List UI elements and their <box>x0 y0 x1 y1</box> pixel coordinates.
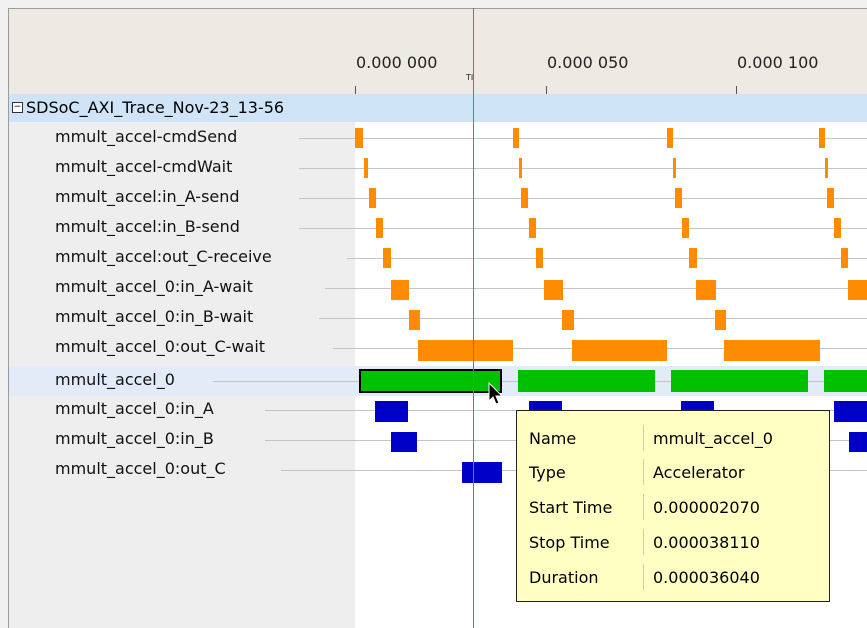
trace-group-label: SDSoC_AXI_Trace_Nov-23_13-56 <box>26 98 285 117</box>
tooltip-row-type: Type Accelerator <box>517 455 829 489</box>
data-transfer-bar[interactable] <box>391 432 417 452</box>
trace-row-label: mmult_accel_0:out_C-wait <box>55 337 266 356</box>
trace-row[interactable]: mmult_accel:in_B-send <box>9 213 867 243</box>
tooltip-key: Name <box>529 429 577 448</box>
trace-row[interactable]: mmult_accel-cmdWait <box>9 153 867 183</box>
trace-event-bar[interactable] <box>696 280 716 300</box>
trace-row-label: mmult_accel:out_C-receive <box>55 247 272 266</box>
trace-event-bar[interactable] <box>409 310 420 330</box>
trace-event-bar[interactable] <box>819 128 825 148</box>
trace-event-bar[interactable] <box>529 218 536 238</box>
event-tooltip: Name mmult_accel_0 Type Accelerator Star… <box>516 410 830 602</box>
trace-row-label: mmult_accel_0:in_B-wait <box>55 307 254 326</box>
trace-event-bar[interactable] <box>364 158 368 178</box>
row-guide-line <box>347 258 867 259</box>
row-guide-line <box>319 318 867 319</box>
tooltip-value: 0.000038110 <box>653 533 760 552</box>
tooltip-row-start: Start Time 0.000002070 <box>517 490 829 524</box>
tooltip-row-duration: Duration 0.000036040 <box>517 560 829 594</box>
tooltip-key: Duration <box>529 568 599 587</box>
tooltip-row-name: Name mmult_accel_0 <box>517 421 829 455</box>
tooltip-value: Accelerator <box>653 463 745 482</box>
tooltip-key: Type <box>529 463 566 482</box>
tick-mark <box>546 86 547 94</box>
accelerator-event-bar[interactable] <box>824 370 867 392</box>
trace-event-bar[interactable] <box>513 128 519 148</box>
trace-row[interactable]: mmult_accel_0:in_B-wait <box>9 303 867 333</box>
trace-row-label: mmult_accel_0:out_C <box>55 459 226 478</box>
tooltip-key: Start Time <box>529 498 613 517</box>
accelerator-event-bar-selected[interactable] <box>359 369 502 393</box>
trace-event-bar[interactable] <box>355 128 363 148</box>
trace-row-label: mmult_accel:in_A-send <box>55 187 240 206</box>
trace-event-bar[interactable] <box>562 310 574 330</box>
accelerator-event-bar[interactable] <box>671 370 808 392</box>
trace-row[interactable]: mmult_accel-cmdSend <box>9 123 867 153</box>
trace-event-bar[interactable] <box>521 188 528 208</box>
data-transfer-bar[interactable] <box>834 401 867 422</box>
trace-event-bar[interactable] <box>369 188 376 208</box>
tooltip-separator <box>643 459 644 485</box>
tick-mark <box>355 86 356 94</box>
trace-event-bar[interactable] <box>536 248 543 268</box>
trace-event-bar[interactable] <box>848 280 867 300</box>
data-transfer-bar[interactable] <box>375 401 408 422</box>
trace-event-bar[interactable] <box>825 158 828 178</box>
data-transfer-bar[interactable] <box>849 432 867 452</box>
trace-event-bar[interactable] <box>572 340 667 361</box>
tooltip-row-stop: Stop Time 0.000038110 <box>517 525 829 559</box>
trace-event-bar[interactable] <box>519 158 522 178</box>
trace-event-bar[interactable] <box>673 158 676 178</box>
tooltip-value: 0.000002070 <box>653 498 760 517</box>
tick-mark <box>736 86 737 94</box>
trace-event-bar[interactable] <box>682 218 689 238</box>
trace-event-bar[interactable] <box>383 248 391 268</box>
row-guide-line <box>299 168 867 169</box>
tooltip-separator <box>643 564 644 590</box>
tooltip-separator <box>643 529 644 555</box>
tooltip-key: Stop Time <box>529 533 610 552</box>
trace-row[interactable]: mmult_accel:out_C-receive <box>9 243 867 273</box>
tooltip-value: 0.000036040 <box>653 568 760 587</box>
row-guide-line <box>299 198 867 199</box>
trace-event-bar[interactable] <box>418 340 513 361</box>
trace-event-bar[interactable] <box>724 340 820 361</box>
trace-event-bar[interactable] <box>841 248 848 268</box>
tooltip-separator <box>643 425 644 451</box>
trace-event-bar[interactable] <box>376 218 383 238</box>
time-cursor-line[interactable] <box>473 8 474 628</box>
row-guide-line <box>299 228 867 229</box>
tooltip-value: mmult_accel_0 <box>653 429 773 448</box>
trace-row-label: mmult_accel_0:in_A <box>55 399 214 418</box>
timeline-header <box>8 8 867 95</box>
trace-event-bar[interactable] <box>715 310 726 330</box>
trace-event-bar[interactable] <box>391 280 409 300</box>
tick-label-0: 0.000 000 <box>356 53 438 72</box>
trace-row[interactable]: mmult_accel_0:in_A-wait <box>9 273 867 303</box>
trace-row-label: mmult_accel_0 <box>55 370 175 389</box>
data-transfer-bar[interactable] <box>462 462 502 483</box>
trace-event-bar[interactable] <box>675 188 682 208</box>
row-guide-line <box>299 138 867 139</box>
trace-row-label: mmult_accel_0:in_B <box>55 429 214 448</box>
trace-event-bar[interactable] <box>689 248 697 268</box>
trace-group-row[interactable]: − SDSoC_AXI_Trace_Nov-23_13-56 <box>9 94 867 122</box>
trace-row-label: mmult_accel:in_B-send <box>55 217 240 236</box>
trace-event-bar[interactable] <box>827 188 834 208</box>
trace-row-label: mmult_accel-cmdSend <box>55 127 238 146</box>
trace-row-label: mmult_accel-cmdWait <box>55 157 233 176</box>
mouse-pointer-icon <box>488 382 504 405</box>
trace-row[interactable]: mmult_accel:in_A-send <box>9 183 867 213</box>
trace-row-label: mmult_accel_0:in_A-wait <box>55 277 253 296</box>
tooltip-separator <box>643 494 644 520</box>
collapse-toggle-icon[interactable]: − <box>12 102 23 113</box>
tick-label-50: 0.000 050 <box>547 53 629 72</box>
trace-event-bar[interactable] <box>667 128 673 148</box>
accelerator-event-bar[interactable] <box>518 370 655 392</box>
trace-event-bar[interactable] <box>834 218 841 238</box>
tick-label-100: 0.000 100 <box>737 53 819 72</box>
trace-event-bar[interactable] <box>544 280 563 300</box>
